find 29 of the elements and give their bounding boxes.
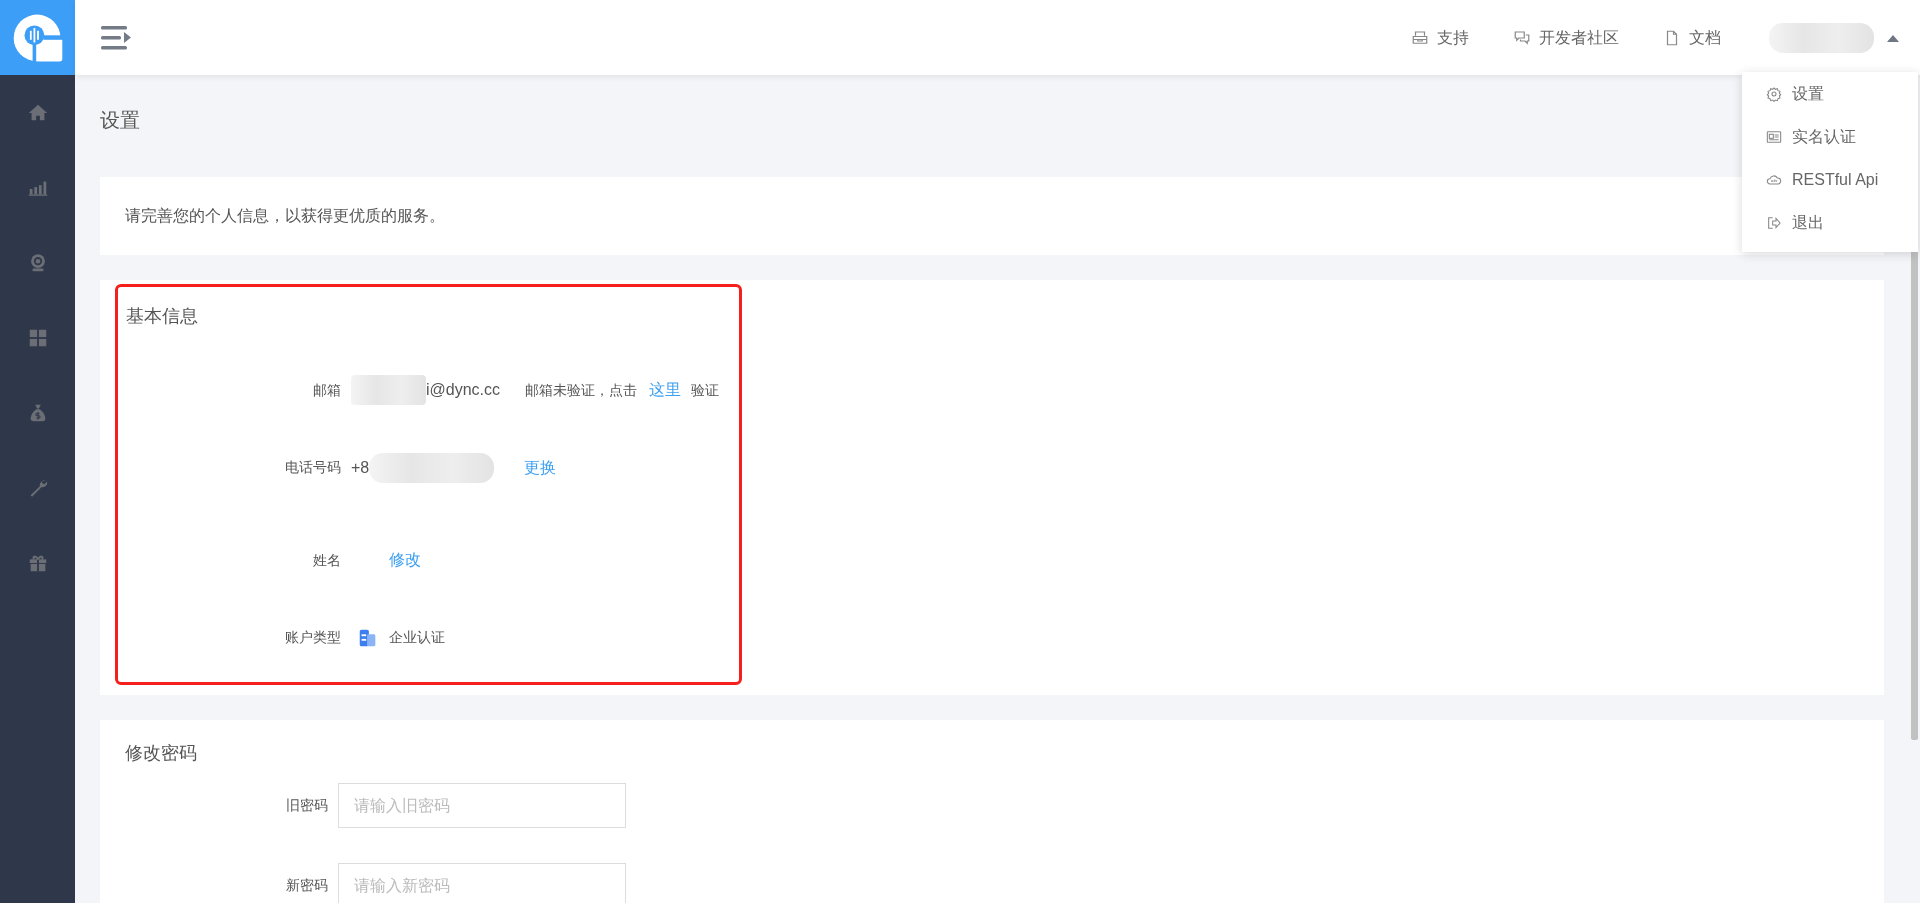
logout-icon bbox=[1766, 214, 1782, 231]
section-title: 基本信息 bbox=[126, 305, 199, 328]
nav-link[interactable]: 开发者社区 bbox=[1513, 25, 1619, 50]
password-field[interactable]: 请输入新密码 bbox=[338, 863, 626, 903]
field-label: 姓名 bbox=[312, 550, 341, 570]
field-label: 邮箱 bbox=[312, 380, 341, 400]
verify-note: 邮箱未验证，点击 bbox=[525, 380, 638, 400]
menu-item[interactable]: RESTful Api bbox=[1742, 158, 1918, 201]
field-label: 旧密码 bbox=[285, 796, 328, 815]
menu-item[interactable]: 实名认证 bbox=[1742, 115, 1918, 158]
printer-icon bbox=[1411, 28, 1429, 47]
menu-item[interactable]: 设置 bbox=[1742, 72, 1918, 115]
menu-toggle-icon[interactable] bbox=[100, 23, 132, 52]
chat-icon bbox=[1513, 28, 1531, 47]
field-label: 电话号码 bbox=[284, 458, 341, 477]
gear-icon bbox=[1766, 85, 1782, 102]
nav-link[interactable]: 文档 bbox=[1663, 25, 1721, 50]
email-value: i@dync.cc bbox=[426, 380, 501, 400]
phone-value: +8 bbox=[351, 457, 370, 478]
account-type-value: 企业认证 bbox=[389, 628, 445, 647]
nav-link[interactable]: 支持 bbox=[1411, 25, 1469, 50]
page-title: 设置 bbox=[100, 108, 140, 133]
menu-item[interactable]: 退出 bbox=[1742, 201, 1918, 244]
field-label: 新密码 bbox=[285, 876, 328, 895]
field-label: 账户类型 bbox=[284, 628, 341, 647]
verify-note: 验证 bbox=[691, 380, 720, 400]
id-card-icon bbox=[1766, 128, 1782, 145]
section-title: 修改密码 bbox=[125, 742, 198, 765]
password-field[interactable]: 请输入旧密码 bbox=[338, 783, 626, 828]
